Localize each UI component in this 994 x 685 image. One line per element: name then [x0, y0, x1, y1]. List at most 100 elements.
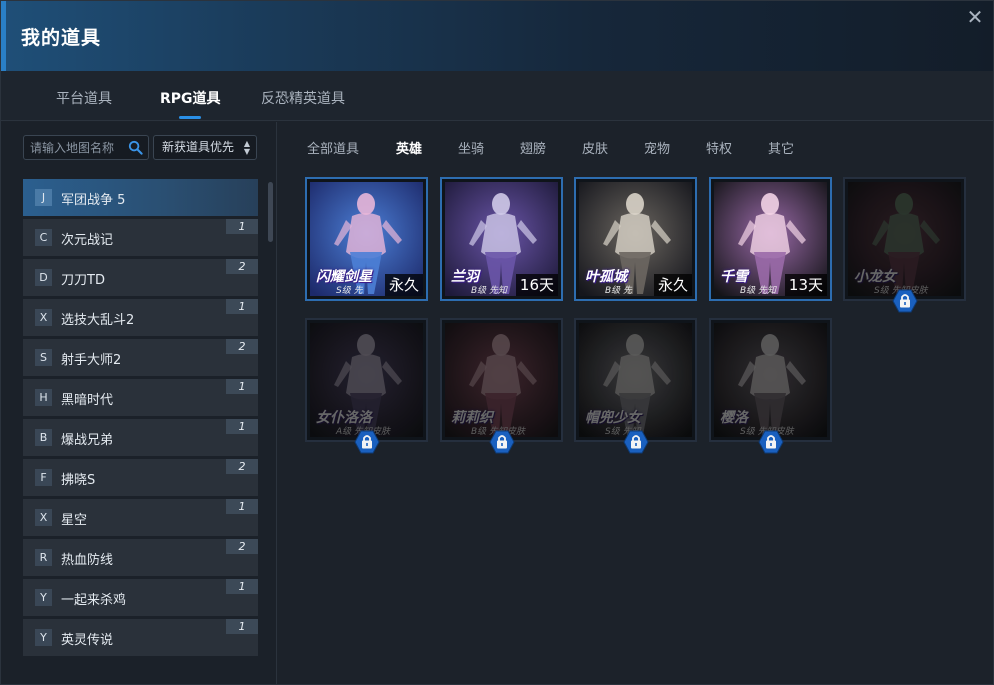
map-item-count-badge: 2 [226, 459, 258, 474]
map-list-item[interactable]: F 拂晓S 2 [23, 459, 258, 496]
hero-portrait: 小龙女S级 先知皮肤 [848, 182, 961, 296]
map-name: 英灵传说 [61, 633, 114, 648]
map-name: 黑暗时代 [61, 393, 114, 408]
lock-icon [892, 289, 918, 313]
active-tab-indicator [179, 116, 202, 119]
category-tab[interactable]: 翅膀 [520, 138, 546, 157]
hero-card[interactable]: 莉莉织B级 先知皮肤 [440, 318, 563, 454]
tab-rpg-props[interactable]: RPG道具 [160, 88, 221, 119]
map-initial-badge: J [35, 189, 52, 206]
hero-portrait: 帽兜少女 S级 先知 [579, 323, 692, 437]
map-item-count-badge: 1 [226, 219, 258, 234]
hero-card[interactable]: 叶孤城 B级 先永久 [574, 177, 697, 301]
map-name: 刀刀TD [61, 273, 105, 288]
sort-arrows-icon: ▲ ▼ [243, 139, 250, 156]
map-name: 一起来杀鸡 [61, 593, 127, 608]
map-name: 星空 [61, 513, 88, 528]
category-tab[interactable]: 特权 [706, 138, 732, 157]
map-name: 热血防线 [61, 553, 114, 568]
map-list-item[interactable]: J 军团战争 5 [23, 179, 258, 216]
map-search-input[interactable] [30, 139, 122, 156]
hero-card[interactable]: 樱洛S级 先知皮肤 [709, 318, 832, 454]
map-list-scrollbar[interactable] [268, 182, 273, 242]
lock-icon [489, 430, 515, 454]
map-initial-badge: X [35, 309, 52, 326]
map-list-item[interactable]: Y 一起来杀鸡 1 [23, 579, 258, 616]
hero-grade: B级 先知 [471, 286, 508, 296]
sort-selected-label: 新获道具优先 [162, 140, 235, 154]
tab-label: 平台道具 [56, 91, 112, 107]
tab-platform-props[interactable]: 平台道具 [56, 88, 112, 108]
category-tab[interactable]: 英雄 [396, 138, 422, 157]
map-item-count-badge: 1 [226, 379, 258, 394]
map-name: 次元战记 [61, 233, 114, 248]
map-item-count-badge: 2 [226, 259, 258, 274]
map-name: 军团战争 5 [61, 193, 126, 208]
category-tab[interactable]: 其它 [768, 138, 794, 157]
map-list-item[interactable]: C 次元战记 1 [23, 219, 258, 256]
search-icon[interactable] [128, 140, 143, 155]
map-list-item[interactable]: H 黑暗时代 1 [23, 379, 258, 416]
category-tab[interactable]: 坐骑 [458, 138, 484, 157]
lock-icon [354, 430, 380, 454]
hero-duration-label: 16天 [515, 274, 558, 296]
map-initial-badge: Y [35, 629, 52, 646]
hero-duration-label: 永久 [384, 274, 423, 296]
title-bar: 我的道具 ✕ [1, 1, 993, 71]
hero-duration-label: 13天 [784, 274, 827, 296]
map-item-count-badge: 2 [226, 339, 258, 354]
tab-label: 反恐精英道具 [261, 91, 345, 107]
map-list-item[interactable]: D 刀刀TD 2 [23, 259, 258, 296]
map-item-count-badge: 1 [226, 579, 258, 594]
hero-grade: B级 先 [605, 286, 633, 296]
hero-duration-label: 永久 [653, 274, 692, 296]
map-initial-badge: F [35, 469, 52, 486]
hero-portrait: 莉莉织B级 先知皮肤 [445, 323, 558, 437]
map-list-item[interactable]: Y 英灵传说 1 [23, 619, 258, 656]
map-name: 爆战兄弟 [61, 433, 114, 448]
main-tab-bar: 平台道具 RPG道具 反恐精英道具 [1, 71, 993, 121]
tab-cs-props[interactable]: 反恐精英道具 [261, 88, 345, 108]
map-initial-badge: D [35, 269, 52, 286]
props-window: 我的道具 ✕ 平台道具 RPG道具 反恐精英道具 新获道具优先 ▲▼ J 军团战争… [0, 0, 994, 685]
hero-grade: S级 先 [336, 286, 363, 296]
map-item-count-badge: 2 [226, 539, 258, 554]
map-initial-badge: S [35, 349, 52, 366]
map-list-item[interactable]: B 爆战兄弟 1 [23, 419, 258, 456]
map-item-count-badge: 1 [226, 619, 258, 634]
map-sidebar: 新获道具优先 ▲▼ J 军团战争 5 C 次元战记 1 D 刀刀TD 2 X 选技大乱斗2 1 S 射手… [1, 122, 277, 684]
map-item-count-badge: 1 [226, 299, 258, 314]
hero-card[interactable]: 兰羽 B级 先知 16天 [440, 177, 563, 301]
map-list: J 军团战争 5 C 次元战记 1 D 刀刀TD 2 X 选技大乱斗2 1 S 射手大师2 2 H 黑暗时代 1… [23, 179, 258, 659]
map-item-count-badge: 1 [226, 419, 258, 434]
title-accent-bar [1, 1, 6, 71]
hero-card[interactable]: 闪耀剑星 S级 先永久 [305, 177, 428, 301]
map-list-item[interactable]: S 射手大师2 2 [23, 339, 258, 376]
hero-portrait: 女仆洛洛A级 先知皮肤 [310, 323, 423, 437]
sort-order-select[interactable]: 新获道具优先 ▲ ▼ [153, 135, 257, 160]
map-initial-badge: Y [35, 589, 52, 606]
hero-grade: B级 先知 [740, 286, 777, 296]
map-list-item[interactable]: X 选技大乱斗2 1 [23, 299, 258, 336]
map-list-item[interactable]: R 热血防线 2 [23, 539, 258, 576]
map-name: 选技大乱斗2 [61, 313, 135, 328]
category-tab[interactable]: 皮肤 [582, 138, 608, 157]
lock-icon [623, 430, 649, 454]
category-tab[interactable]: 全部道具 [307, 138, 359, 157]
hero-card[interactable]: 千雪 B级 先知 13天 [709, 177, 832, 301]
window-title: 我的道具 [21, 27, 102, 49]
lock-icon [758, 430, 784, 454]
map-initial-badge: B [35, 429, 52, 446]
map-list-item[interactable]: X 星空 1 [23, 499, 258, 536]
map-initial-badge: R [35, 549, 52, 566]
map-name: 射手大师2 [61, 353, 122, 368]
hero-card[interactable]: 小龙女S级 先知皮肤 [843, 177, 966, 313]
tab-label: RPG道具 [160, 91, 221, 107]
category-tab[interactable]: 宠物 [644, 138, 670, 157]
hero-card[interactable]: 帽兜少女 S级 先知 [574, 318, 697, 454]
close-icon[interactable]: ✕ [963, 5, 987, 29]
map-initial-badge: X [35, 509, 52, 526]
map-initial-badge: C [35, 229, 52, 246]
map-initial-badge: H [35, 389, 52, 406]
hero-card[interactable]: 女仆洛洛A级 先知皮肤 [305, 318, 428, 454]
